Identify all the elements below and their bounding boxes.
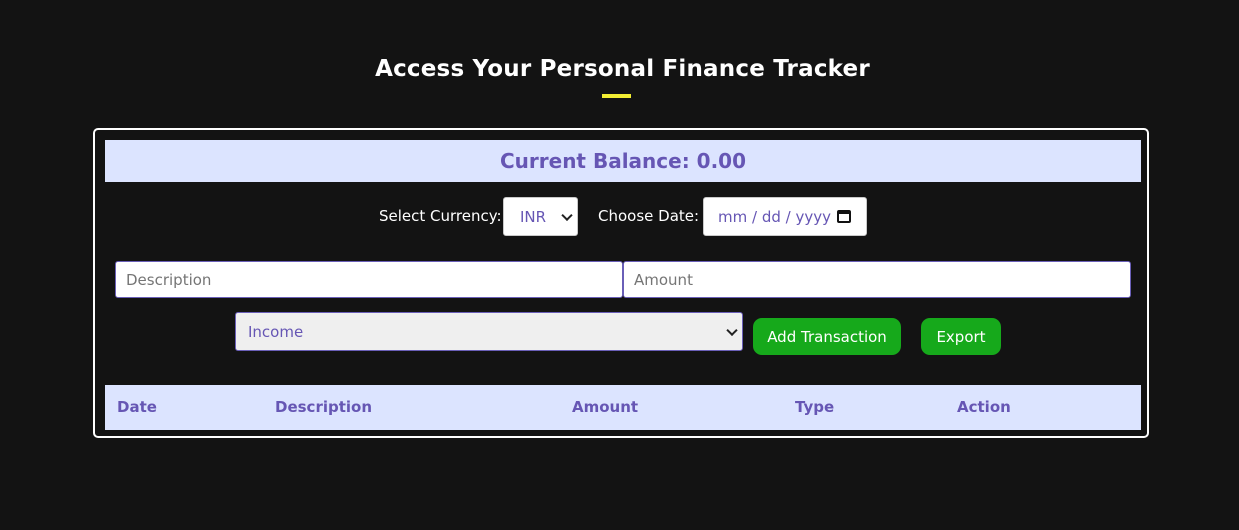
column-header-date: Date — [117, 398, 157, 416]
chevron-down-icon — [561, 209, 573, 221]
date-placeholder: mm / dd / yyyy — [718, 207, 831, 226]
currency-value: INR — [520, 207, 547, 226]
date-label: Choose Date: — [598, 207, 700, 225]
finance-tracker-page: Access Your Personal Finance Tracker Cur… — [0, 0, 1239, 530]
description-input[interactable]: Description — [115, 261, 623, 298]
column-header-type: Type — [795, 398, 835, 416]
chevron-down-icon — [726, 324, 738, 336]
transaction-type-value: Income — [248, 322, 304, 341]
currency-label: Select Currency: — [379, 207, 502, 225]
description-placeholder: Description — [126, 270, 212, 289]
date-input[interactable]: mm / dd / yyyy — [703, 197, 867, 236]
transactions-table-header: Date Description Amount Type Action — [105, 385, 1141, 430]
calendar-icon[interactable] — [837, 210, 851, 223]
amount-placeholder: Amount — [634, 270, 693, 289]
add-transaction-button[interactable]: Add Transaction — [753, 318, 901, 355]
current-balance: Current Balance: 0.00 — [105, 140, 1141, 182]
title-underline — [602, 94, 631, 98]
export-button[interactable]: Export — [921, 318, 1001, 355]
amount-input[interactable]: Amount — [623, 261, 1131, 298]
transaction-type-select[interactable]: Income — [235, 312, 743, 351]
column-header-description: Description — [275, 398, 373, 416]
page-title: Access Your Personal Finance Tracker — [375, 56, 870, 82]
column-header-action: Action — [957, 398, 1011, 416]
column-header-amount: Amount — [572, 398, 639, 416]
currency-select[interactable]: INR — [503, 197, 578, 236]
